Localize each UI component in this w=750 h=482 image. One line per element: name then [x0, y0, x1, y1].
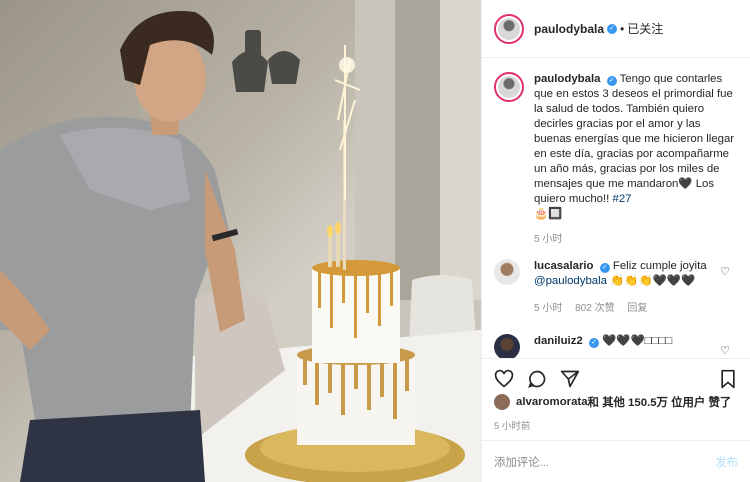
comment-item: daniluiz2 ✓ 🖤🖤🖤□□□□ ♡ [482, 334, 750, 358]
comment-body: daniluiz2 ✓ 🖤🖤🖤□□□□ [534, 334, 724, 358]
post-photo [0, 0, 481, 482]
caption-emoji: 🎂🔲 [534, 208, 563, 220]
comment-like-heart-icon[interactable]: ♡ [720, 265, 730, 278]
post-header: paulodybala ✓ • 已关注 [482, 0, 750, 58]
verified-icon: ✓ [588, 338, 599, 348]
verified-icon: ✓ [607, 23, 618, 34]
post-side-panel: paulodybala ✓ • 已关注 paulodybala ✓ Tengo … [481, 0, 750, 482]
commenter-avatar[interactable] [494, 259, 520, 285]
comment-likes[interactable]: 802 次赞 [575, 303, 614, 314]
liker-avatar[interactable] [494, 394, 510, 410]
commenter-avatar[interactable] [494, 334, 520, 358]
caption-avatar[interactable] [494, 72, 524, 102]
comment-username[interactable]: daniluiz2 [534, 335, 583, 347]
author-username[interactable]: paulodybala [534, 22, 604, 36]
comments-list[interactable]: paulodybala ✓ Tengo que contarles que en… [482, 58, 750, 358]
reply-button[interactable]: 回复 [627, 303, 647, 314]
likes-line: alvaromorata 和 其他 150.5万 位用户 赞了 [494, 394, 731, 410]
caption: paulodybala ✓ Tengo que contarles que en… [482, 58, 750, 247]
action-bar [482, 358, 750, 398]
comment-username[interactable]: lucasalario [534, 260, 594, 272]
comment-body: lucasalario ✓ Feliz cumple joyita @paulo… [534, 259, 724, 316]
heart-icon[interactable] [494, 369, 514, 389]
post-timestamp[interactable]: 5 小时前 [494, 418, 530, 432]
verified-icon: ✓ [606, 76, 617, 86]
post-comment-button[interactable]: 发布 [715, 454, 738, 470]
comment-like-heart-icon[interactable]: ♡ [720, 344, 730, 357]
comment-icon[interactable] [527, 369, 547, 389]
comment-text: Feliz cumple joyita [612, 260, 707, 272]
bookmark-icon[interactable] [718, 368, 738, 390]
caption-body: paulodybala ✓ Tengo que contarles que en… [534, 72, 738, 247]
likes-count-text[interactable]: 和 其他 150.5万 位用户 赞了 [588, 394, 732, 410]
comment-meta: 5 小时 802 次赞 回复 [534, 301, 724, 316]
share-icon[interactable] [560, 369, 580, 389]
caption-username[interactable]: paulodybala [534, 73, 600, 85]
hashtag-link[interactable]: #27 [613, 193, 632, 205]
author-avatar[interactable] [494, 13, 524, 44]
comment-text: 🖤🖤🖤□□□□ [602, 335, 673, 347]
caption-meta: 5 小时 [534, 232, 738, 247]
separator-dot: • [620, 21, 625, 36]
birthday-photo [0, 0, 481, 482]
add-comment-bar: 添加评论... 发布 [482, 440, 750, 482]
comment-time[interactable]: 5 小时 [534, 303, 562, 314]
comment-item: lucasalario ✓ Feliz cumple joyita @paulo… [482, 259, 750, 316]
caption-time[interactable]: 5 小时 [534, 234, 562, 245]
verified-icon: ✓ [599, 263, 610, 273]
mention-link[interactable]: @paulodybala [534, 275, 607, 287]
comment-emojis: 👏👏👏🖤🖤🖤 [607, 275, 696, 287]
liker-username[interactable]: alvaromorata [516, 396, 588, 408]
follow-status-button[interactable]: 已关注 [627, 20, 663, 37]
comment-input[interactable]: 添加评论... [494, 454, 549, 470]
caption-text: Tengo que contarles que en estos 3 deseo… [534, 73, 735, 205]
